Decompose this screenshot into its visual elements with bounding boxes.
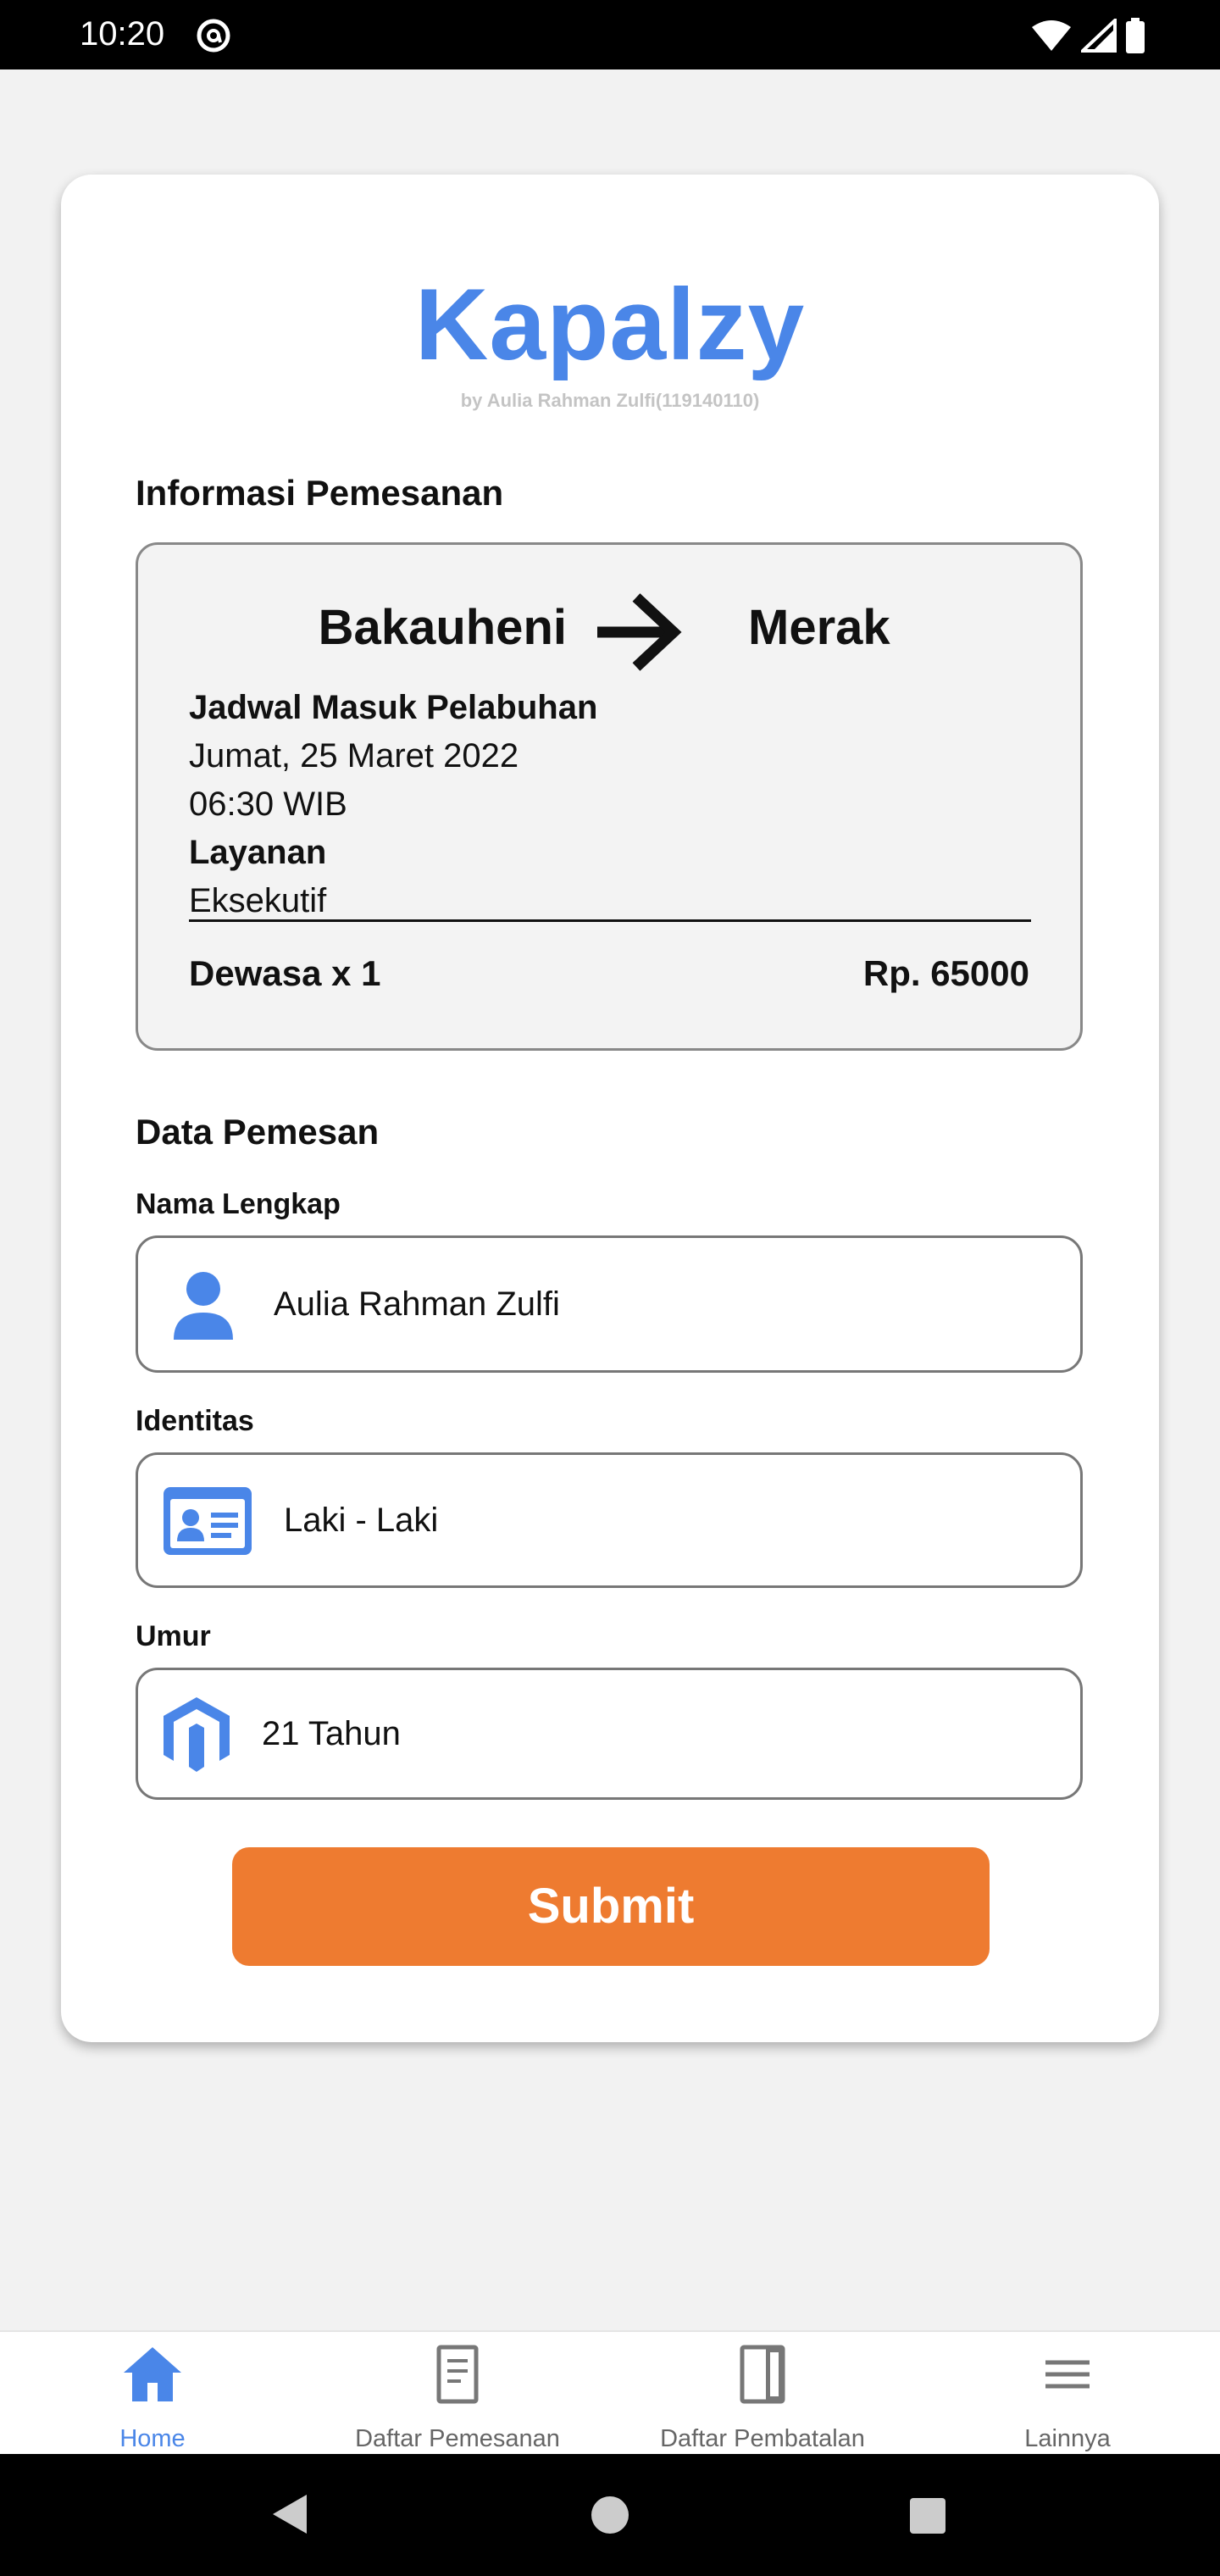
book-icon	[740, 2345, 785, 2404]
service-label: Layanan	[189, 834, 327, 871]
passenger-count: Dewasa x 1	[189, 953, 381, 993]
home-icon	[124, 2347, 181, 2401]
divider	[189, 919, 1031, 922]
nav-label-daftar-pemesanan: Daftar Pemesanan	[355, 2425, 560, 2452]
wifi-icon	[1032, 20, 1071, 51]
nav-item-daftar-pemesanan[interactable]: Daftar Pemesanan	[305, 2332, 610, 2456]
schedule-label: Jadwal Masuk Pelabuhan	[189, 689, 598, 726]
nav-item-lainnya[interactable]: Lainnya	[915, 2332, 1220, 2456]
age-field[interactable]: 21 Tahun	[136, 1668, 1083, 1800]
bottom-nav: Home Daftar Pemesanan Daftar Pembatalan …	[0, 2330, 1220, 2454]
app-logo: Kapalzy	[414, 268, 806, 381]
age-value: 21 Tahun	[262, 1715, 401, 1752]
identity-label: Identitas	[136, 1405, 254, 1437]
orderer-title: Data Pemesan	[136, 1112, 380, 1152]
nav-item-home[interactable]: Home	[0, 2332, 305, 2456]
status-icons	[1030, 17, 1145, 54]
system-nav-bar	[0, 2454, 1220, 2576]
booking-info-box: Bakauheni Merak Jadwal Masuk Pelabuhan J…	[136, 542, 1083, 1051]
name-label: Nama Lengkap	[136, 1188, 341, 1220]
service-value: Eksekutif	[189, 882, 327, 919]
identity-field[interactable]: Laki - Laki	[136, 1452, 1083, 1588]
route-from: Bakauheni	[318, 600, 567, 655]
schedule-date: Jumat, 25 Maret 2022	[189, 737, 519, 774]
cube-logo-icon	[164, 1697, 230, 1772]
name-value: Aulia Rahman Zulfi	[274, 1285, 560, 1323]
schedule-time: 06:30 WIB	[189, 786, 347, 823]
person-icon	[174, 1272, 233, 1340]
nav-label-daftar-pembatalan: Daftar Pembatalan	[660, 2425, 865, 2452]
nav-item-daftar-pembatalan[interactable]: Daftar Pembatalan	[610, 2332, 915, 2456]
identity-value: Laki - Laki	[284, 1502, 439, 1539]
document-icon	[436, 2345, 479, 2404]
status-bar: 10:20	[0, 0, 1220, 69]
nav-label-lainnya: Lainnya	[1024, 2425, 1111, 2452]
route-to: Merak	[748, 600, 890, 655]
price: Rp. 65000	[862, 953, 1029, 993]
name-field[interactable]: Aulia Rahman Zulfi	[136, 1235, 1083, 1373]
do-not-disturb-icon	[197, 19, 230, 53]
home-nav-icon[interactable]	[590, 2495, 630, 2535]
booking-card: Kapalzy by Aulia Rahman Zulfi(119140110)…	[61, 175, 1159, 2042]
app-byline: by Aulia Rahman Zulfi(119140110)	[460, 390, 760, 411]
nav-label-home: Home	[119, 2425, 186, 2452]
battery-icon	[1126, 18, 1145, 53]
booking-info-title: Informasi Pemesanan	[136, 473, 504, 513]
recents-icon[interactable]	[908, 2496, 947, 2535]
signal-icon	[1081, 19, 1117, 53]
id-card-icon	[164, 1487, 252, 1555]
arrow-right-icon	[597, 593, 682, 671]
submit-button[interactable]: Submit	[232, 1847, 990, 1966]
menu-icon	[1045, 2360, 1090, 2389]
back-icon[interactable]	[269, 2491, 310, 2537]
status-time: 10:20	[80, 15, 165, 53]
age-label: Umur	[136, 1620, 211, 1652]
route: Bakauheni Merak	[138, 586, 1080, 671]
